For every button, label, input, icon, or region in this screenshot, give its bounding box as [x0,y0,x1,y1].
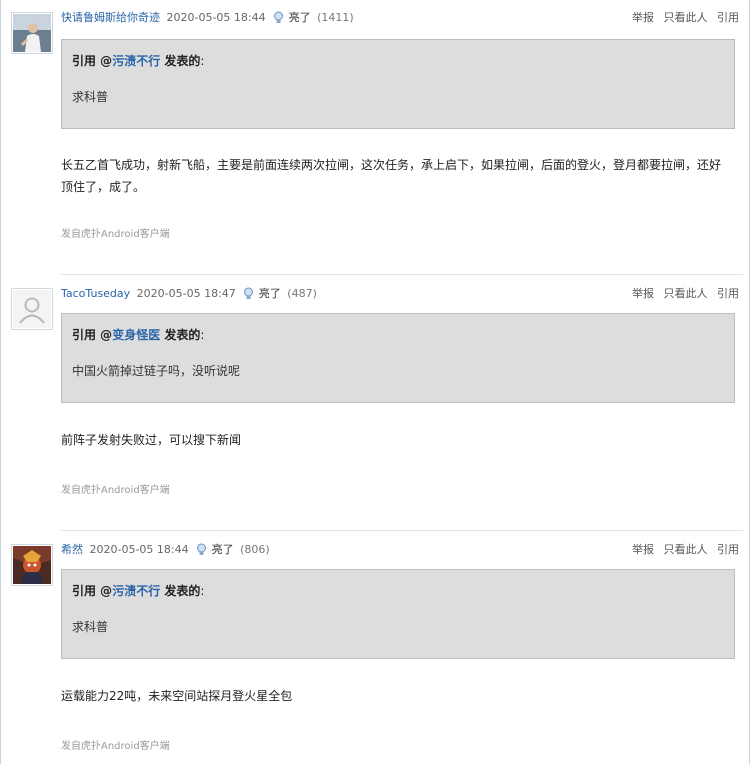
quote-link[interactable]: 引用 [717,287,739,300]
avatar[interactable] [11,12,53,54]
post-actions: 举报 只看此人 引用 [626,542,739,558]
post-meta: 希然 2020-05-05 18:44 亮了 (806) [61,542,270,558]
light-count: (806) [240,543,270,556]
quote-colon: : [200,328,205,342]
post-actions: 举报 只看此人 引用 [626,286,739,302]
light-button[interactable]: 亮了 [259,287,281,300]
quote-header: 引用 @变身怪医 发表的: [72,326,204,343]
divider [61,530,743,531]
username-link[interactable]: 希然 [61,543,83,556]
report-link[interactable]: 举报 [632,11,654,24]
post-time: 2020-05-05 18:44 [166,11,266,24]
quote-block: 引用 @变身怪医 发表的: 中国火箭掉过链子吗，没听说呢 [61,313,735,403]
lightbulb-icon[interactable] [196,543,207,561]
quote-prefix: 引用 @ [72,584,113,598]
quoted-user-link[interactable]: 变身怪医 [112,328,160,342]
quote-colon: : [200,54,205,68]
light-count: (487) [287,287,317,300]
user-photo-icon [13,546,51,584]
quote-link[interactable]: 引用 [717,11,739,24]
only-author-link[interactable]: 只看此人 [664,11,708,24]
post-meta: TacoTuseday 2020-05-05 18:47 亮了 (487) [61,286,317,302]
quote-link[interactable]: 引用 [717,543,739,556]
quote-header: 引用 @污渍不行 发表的: [72,52,204,69]
only-author-link[interactable]: 只看此人 [664,543,708,556]
quote-block: 引用 @污渍不行 发表的: 求科普 [61,569,735,659]
report-link[interactable]: 举报 [632,543,654,556]
reply-list: 快请鲁姆斯给你奇迹 2020-05-05 18:44 亮了 (1411) 举报 … [0,0,750,764]
only-author-link[interactable]: 只看此人 [664,287,708,300]
reply-post: 希然 2020-05-05 18:44 亮了 (806) 举报 只看此人 引用 … [1,532,750,764]
quote-suffix: 发表的 [160,584,201,598]
quote-prefix: 引用 @ [72,54,113,68]
quoted-user-link[interactable]: 污渍不行 [112,584,160,598]
divider [61,274,743,275]
post-source: 发自虎扑Android客户端 [61,229,170,240]
quote-suffix: 发表的 [160,54,201,68]
quote-suffix: 发表的 [160,328,201,342]
light-count: (1411) [317,11,354,24]
quote-text: 求科普 [72,90,109,104]
light-button[interactable]: 亮了 [212,543,234,556]
username-link[interactable]: TacoTuseday [61,287,130,300]
quote-text: 求科普 [72,620,109,634]
post-content: 运载能力22吨，未来空间站探月登火星全包 [61,689,293,703]
avatar[interactable] [11,544,53,586]
quote-prefix: 引用 @ [72,328,113,342]
default-avatar-icon [13,290,51,328]
user-photo-icon [13,14,51,52]
quote-header: 引用 @污渍不行 发表的: [72,582,204,599]
post-meta: 快请鲁姆斯给你奇迹 2020-05-05 18:44 亮了 (1411) [61,10,354,26]
lightbulb-icon[interactable] [273,11,284,29]
report-link[interactable]: 举报 [632,287,654,300]
post-source: 发自虎扑Android客户端 [61,485,170,496]
post-source: 发自虎扑Android客户端 [61,741,170,752]
avatar[interactable] [11,288,53,330]
post-content: 长五乙首飞成功，射新飞船，主要是前面连续两次拉闸，这次任务，承上启下，如果拉闸，… [61,158,722,194]
lightbulb-icon[interactable] [243,287,254,305]
reply-post: TacoTuseday 2020-05-05 18:47 亮了 (487) 举报… [1,276,750,531]
reply-post: 快请鲁姆斯给你奇迹 2020-05-05 18:44 亮了 (1411) 举报 … [1,0,750,275]
quote-text: 中国火箭掉过链子吗，没听说呢 [72,364,241,378]
light-button[interactable]: 亮了 [289,11,311,24]
post-actions: 举报 只看此人 引用 [626,10,739,26]
quoted-user-link[interactable]: 污渍不行 [112,54,160,68]
quote-block: 引用 @污渍不行 发表的: 求科普 [61,39,735,129]
quote-colon: : [200,584,205,598]
username-link[interactable]: 快请鲁姆斯给你奇迹 [61,11,160,24]
post-content: 前阵子发射失败过，可以搜下新闻 [61,433,242,447]
post-time: 2020-05-05 18:44 [89,543,189,556]
post-time: 2020-05-05 18:47 [136,287,236,300]
